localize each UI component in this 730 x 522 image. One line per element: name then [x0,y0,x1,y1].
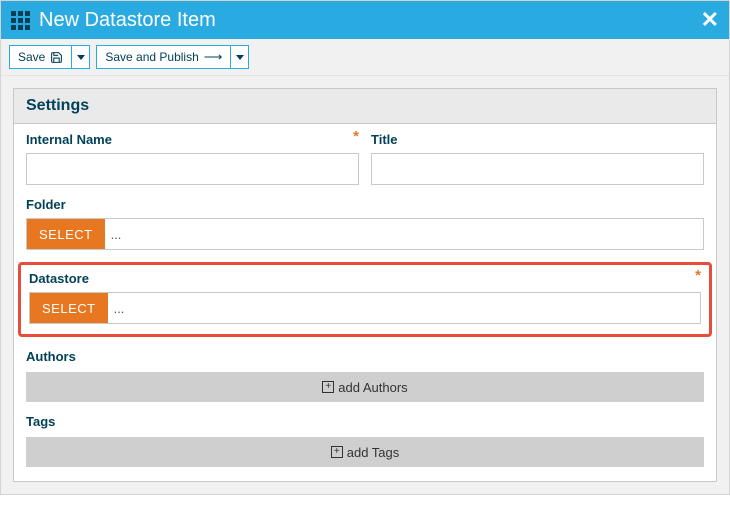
label-text: Folder [26,197,66,212]
folder-select-row: SELECT ... [26,218,704,250]
label-text: Title [371,132,398,147]
arrow-right-icon: ⟶ [204,49,223,65]
datastore-highlight: Datastore * SELECT ... [18,262,712,337]
field-authors: Authors + add Authors [26,349,704,402]
field-internal-name: Internal Name * [26,132,359,185]
label-datastore: Datastore * [29,271,701,286]
settings-panel: Settings Internal Name * Title [13,88,717,482]
internal-name-input[interactable] [26,153,359,185]
panel-body: Internal Name * Title Folder [14,124,716,481]
datastore-select-row: SELECT ... [29,292,701,324]
label-tags: Tags [26,414,704,429]
save-button-label: Save [18,50,45,64]
add-authors-label: add Authors [338,380,407,395]
label-title: Title [371,132,704,147]
field-tags: Tags + add Tags [26,414,704,467]
toolbar: Save Save and Publish ⟶ [1,39,729,76]
required-asterisk-icon: * [695,271,701,281]
title-input[interactable] [371,153,704,185]
field-folder: Folder SELECT ... [26,197,704,250]
label-internal-name: Internal Name * [26,132,359,147]
caret-down-icon [236,55,244,60]
titlebar: New Datastore Item ✕ [1,1,729,39]
label-text: Internal Name [26,132,112,147]
add-tags-label: add Tags [347,445,400,460]
label-text: Datastore [29,271,89,286]
close-icon[interactable]: ✕ [701,7,719,33]
caret-down-icon [77,55,85,60]
label-text: Authors [26,349,76,364]
label-text: Tags [26,414,55,429]
save-publish-button-group: Save and Publish ⟶ [96,45,249,69]
add-tags-button[interactable]: + add Tags [26,437,704,467]
dialog-window: New Datastore Item ✕ Save Save and [0,0,730,495]
datastore-select-button[interactable]: SELECT [30,293,108,323]
label-authors: Authors [26,349,704,364]
panel-title: Settings [14,89,716,124]
folder-value: ... [105,219,703,249]
save-button[interactable]: Save [9,45,72,69]
save-publish-dropdown-caret[interactable] [231,45,249,69]
apps-grid-icon[interactable] [11,11,29,29]
content-area: Settings Internal Name * Title [1,76,729,494]
plus-box-icon: + [322,381,334,393]
datastore-value: ... [108,293,700,323]
label-folder: Folder [26,197,704,212]
save-publish-button[interactable]: Save and Publish ⟶ [96,45,231,69]
row-name-title: Internal Name * Title [26,132,704,185]
folder-select-button[interactable]: SELECT [27,219,105,249]
field-title: Title [371,132,704,185]
floppy-disk-icon [50,51,63,64]
plus-box-icon: + [331,446,343,458]
dialog-title: New Datastore Item [39,9,701,32]
save-button-group: Save [9,45,90,69]
add-authors-button[interactable]: + add Authors [26,372,704,402]
save-publish-label: Save and Publish [105,50,198,64]
required-asterisk-icon: * [353,132,359,142]
save-dropdown-caret[interactable] [72,45,90,69]
